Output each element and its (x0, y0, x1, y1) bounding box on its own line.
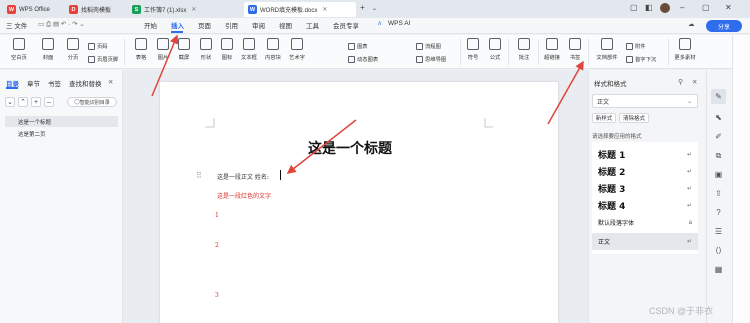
annotation-arrow-cursor (286, 119, 357, 174)
annotation-arrow-insert-menu (151, 34, 179, 97)
annotation-arrows (151, 34, 584, 174)
watermark: CSDN @于非衣 (649, 306, 714, 316)
annotation-arrow-bookmark (547, 60, 584, 125)
